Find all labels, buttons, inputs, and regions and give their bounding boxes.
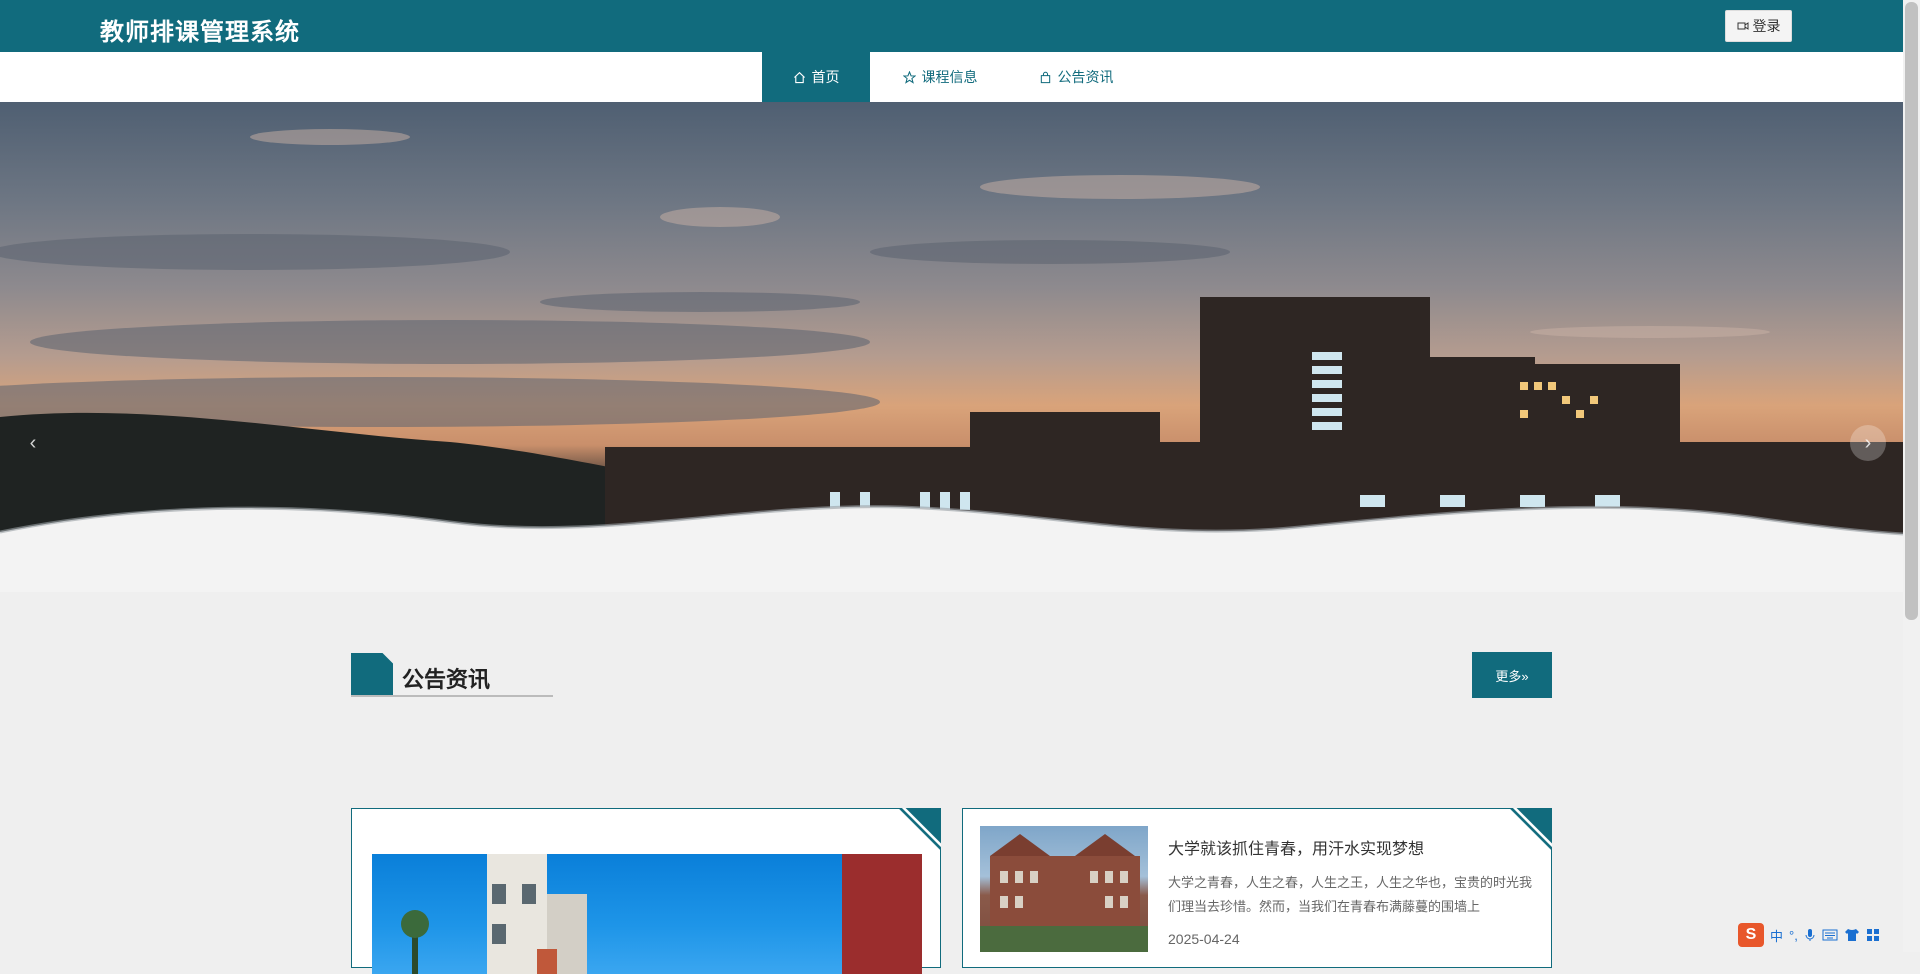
carousel-next-button[interactable]: ›	[1850, 425, 1886, 461]
punctuation-icon[interactable]: °,	[1789, 928, 1798, 943]
microphone-icon[interactable]	[1804, 928, 1816, 942]
building-photo	[401, 854, 922, 974]
page-scrollbar[interactable]	[1903, 0, 1920, 952]
login-button[interactable]: 登录	[1725, 10, 1792, 42]
login-label: 登录	[1752, 18, 1781, 34]
more-button[interactable]: 更多»	[1472, 652, 1552, 698]
news-date: 2025-04-24	[1168, 931, 1240, 947]
nav-item-courses[interactable]: 课程信息	[886, 52, 994, 102]
card-corner-decoration	[895, 808, 941, 854]
campus-sunset-image	[0, 129, 1903, 592]
carousel-prev-button[interactable]: ‹	[15, 425, 51, 461]
section-marker-icon	[351, 653, 393, 695]
news-card-featured[interactable]	[351, 808, 941, 974]
news-section-header: 公告资讯	[351, 652, 553, 698]
ime-mode-indicator[interactable]: 中	[1770, 926, 1783, 945]
home-icon	[793, 71, 805, 83]
keyboard-icon[interactable]	[1822, 929, 1838, 941]
news-title[interactable]: 大学就该抓住青春，用汗水实现梦想	[1168, 835, 1424, 859]
news-thumbnail[interactable]	[980, 826, 1148, 952]
news-image-building[interactable]	[372, 854, 922, 974]
main-nav: 首页 课程信息 公告资讯	[0, 52, 1903, 102]
sogou-ime-logo-icon[interactable]: S	[1738, 923, 1764, 947]
news-description: 大学之青春，人生之春，人生之王，人生之华也，宝贵的时光我们理当去珍惜。然而，当我…	[1168, 876, 1533, 915]
nav-label-news: 公告资讯	[1057, 69, 1114, 85]
bag-icon	[1040, 71, 1050, 83]
section-divider	[351, 695, 553, 697]
hero-carousel[interactable]: ‹ ›	[0, 102, 1903, 592]
grid-menu-icon[interactable]	[1866, 928, 1880, 942]
login-icon	[1737, 22, 1748, 30]
section-title: 公告资讯	[402, 667, 491, 692]
site-title: 教师排课管理系统	[100, 18, 300, 46]
scrollbar-thumb[interactable]	[1905, 2, 1918, 620]
nav-item-home[interactable]: 首页	[762, 52, 870, 102]
nav-label-home: 首页	[811, 69, 840, 85]
card-corner-decoration	[1506, 808, 1552, 854]
nav-item-news[interactable]: 公告资讯	[1022, 52, 1130, 102]
campus-building-photo	[980, 834, 1148, 952]
skin-shirt-icon[interactable]	[1844, 928, 1860, 942]
news-card[interactable]: 大学就该抓住青春，用汗水实现梦想 大学之青春，人生之春，人生之王，人生之华也，宝…	[962, 808, 1552, 968]
star-icon	[902, 70, 916, 84]
nav-label-courses: 课程信息	[921, 69, 978, 85]
ime-toolbar[interactable]: S 中 °,	[1738, 922, 1880, 948]
top-header: 教师排课管理系统 登录	[0, 0, 1903, 52]
